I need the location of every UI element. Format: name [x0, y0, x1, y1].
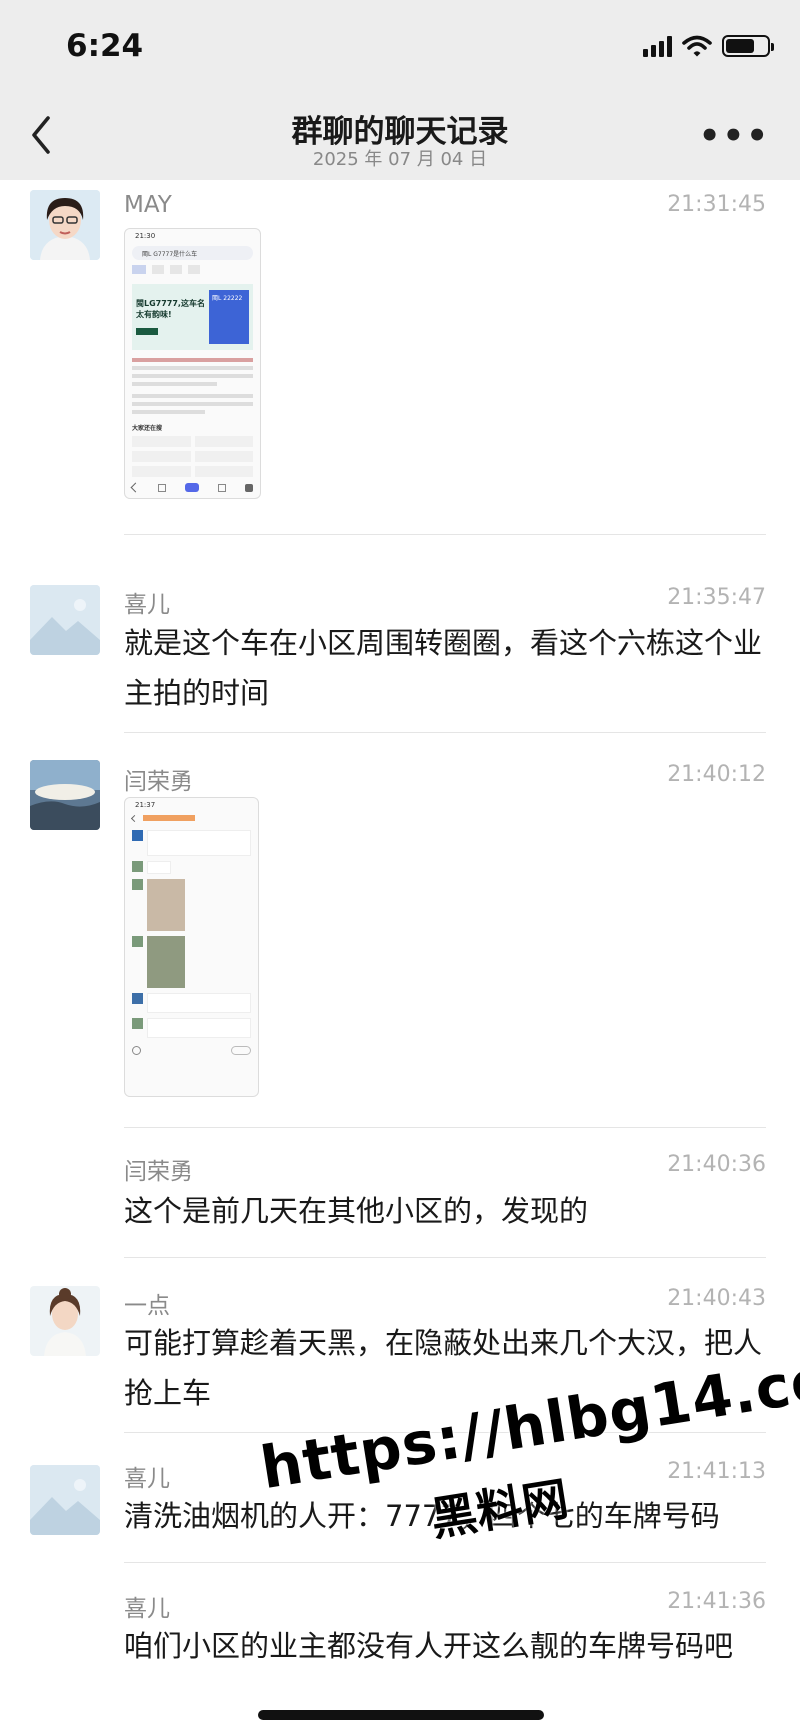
home-indicator[interactable] [258, 1710, 544, 1720]
message-item: 闫荣勇 21:40:36 这个是前几天在其他小区的，发现的 [0, 1150, 800, 1260]
message-time: 21:31:45 [667, 192, 766, 217]
image-banner: 閩LG7777,这车名太有韵味! 閩L 22222 [132, 284, 253, 350]
image-side-panel: 閩L 22222 [209, 290, 249, 344]
image-headline: 閩LG7777,这车名太有韵味! [136, 299, 205, 319]
message-time: 21:41:36 [667, 1589, 766, 1614]
battery-icon [722, 35, 774, 57]
signal-icon [643, 35, 672, 57]
message-text: 就是这个车在小区周围转圈圈，看这个六栋这个业主拍的时间 [124, 626, 763, 710]
image-section-title: 大家还在搜 [132, 425, 163, 432]
image-message[interactable]: 21:37 [124, 797, 259, 1097]
message-item: 喜儿 21:35:47 就是这个车在小区周围转圈圈，看这个六栋这个业主拍的时间 [0, 575, 800, 735]
image-search-bar: 閩L G7777是什么车 [132, 246, 253, 260]
message-item: 喜儿 21:41:36 咱们小区的业主都没有人开这么靓的车牌号码吧 [0, 1585, 800, 1725]
image-message[interactable]: 21:30 閩L G7777是什么车 閩LG7777,这车名太有韵味! 閩L 2… [124, 228, 261, 499]
sender-name: 喜儿 [124, 592, 170, 618]
message-time: 21:40:12 [667, 762, 766, 787]
image-bottom-bar [130, 482, 253, 493]
image-tabs [132, 265, 253, 274]
avatar[interactable] [30, 190, 100, 260]
wifi-icon [682, 35, 712, 57]
status-bar: 6:24 [0, 0, 800, 100]
avatar[interactable] [30, 585, 100, 655]
avatar[interactable] [30, 760, 100, 830]
page-subtitle: 2025 年 07 月 04 日 [312, 149, 488, 170]
sender-name: 喜儿 [124, 1466, 170, 1492]
sender-name: 闫荣勇 [124, 769, 193, 795]
image-status-time: 21:30 [135, 232, 156, 240]
message-time: 21:40:36 [667, 1152, 766, 1177]
sender-name: 闫荣勇 [124, 1159, 193, 1185]
message-text: 这个是前几天在其他小区的，发现的 [124, 1194, 589, 1228]
message-text: 咱们小区的业主都没有人开这么靓的车牌号码吧 [124, 1629, 734, 1663]
message-item: 一点 21:40:43 可能打算趁着天黑，在隐蔽处出来几个大汉，把人抢上车 [0, 1280, 800, 1435]
avatar[interactable] [30, 1465, 100, 1535]
message-time: 21:35:47 [667, 585, 766, 610]
message-item: 喜儿 21:41:13 清洗油烟机的人开：7777，四个七的车牌号码 [0, 1455, 800, 1565]
message-time: 21:41:13 [667, 1459, 766, 1484]
status-time: 6:24 [66, 28, 144, 64]
image-status-time: 21:37 [135, 801, 156, 809]
message-text: 清洗油烟机的人开：7777，四个七的车牌号码 [124, 1499, 720, 1533]
image-related-grid [132, 436, 253, 477]
more-dots-icon[interactable]: ••• [699, 116, 770, 156]
message-time: 21:40:43 [667, 1286, 766, 1311]
message-text: 可能打算趁着天黑，在隐蔽处出来几个大汉，把人抢上车 [124, 1326, 763, 1410]
image-text-block [132, 358, 253, 414]
message-item: 闫荣勇 21:40:12 21:37 [0, 750, 800, 1130]
sender-name: 一点 [124, 1293, 170, 1319]
sender-name: MAY [124, 192, 172, 218]
battery-level [726, 39, 754, 53]
avatar[interactable] [30, 1286, 100, 1356]
sender-name: 喜儿 [124, 1596, 170, 1622]
nav-bar: 群聊的聊天记录 2025 年 07 月 04 日 ••• [0, 100, 800, 180]
status-icons [643, 34, 774, 58]
message-item: MAY 21:31:45 21:30 閩L G7777是什么车 閩LG7777,… [0, 180, 800, 540]
